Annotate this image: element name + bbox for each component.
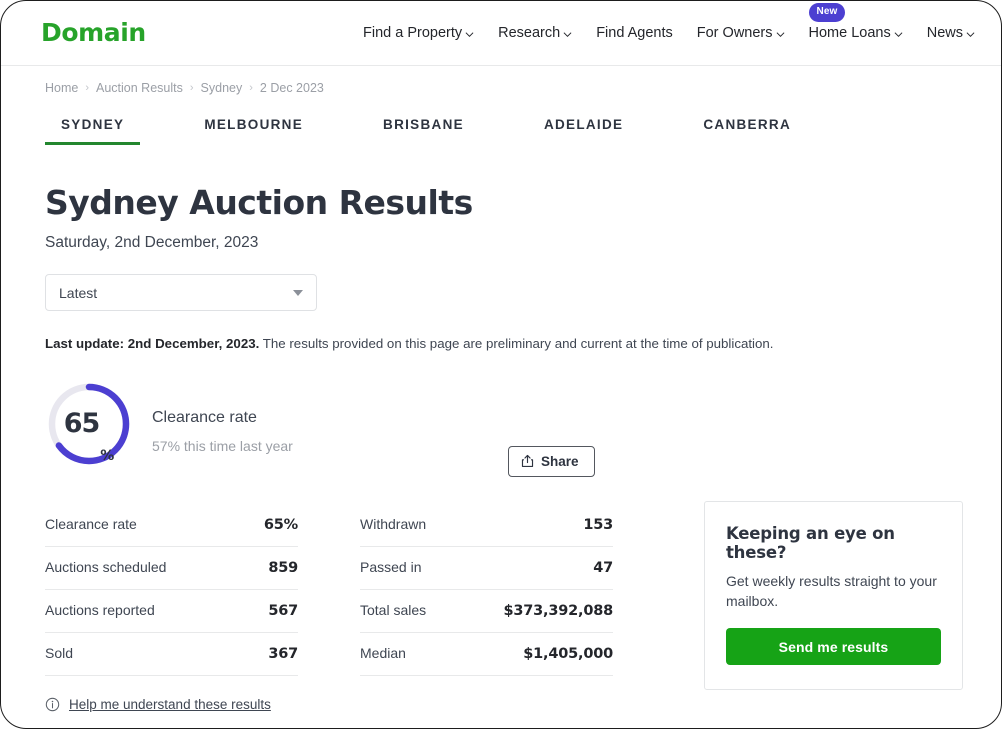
send-me-results-button[interactable]: Send me results [726, 628, 941, 666]
stat-label: Passed in [360, 558, 422, 575]
chevron-down-icon [563, 30, 572, 39]
tab-brisbane[interactable]: BRISBANE [367, 113, 480, 145]
tab-canberra[interactable]: CANBERRA [687, 113, 807, 145]
sort-select[interactable]: Latest [45, 274, 317, 311]
table-row: Auctions reported 567 [45, 590, 298, 633]
chevron-down-icon [465, 30, 474, 39]
newsletter-title: Keeping an eye on these? [726, 523, 895, 562]
stats-column-left: Clearance rate 65% Auctions scheduled 85… [45, 504, 298, 712]
primary-nav: Find a Property Research Find Agents For… [363, 3, 975, 45]
table-row: Withdrawn 153 [360, 504, 613, 547]
stat-label: Total sales [360, 601, 427, 618]
nav-item-research[interactable]: Research [498, 21, 572, 45]
share-icon [521, 454, 534, 468]
nav-item-find-a-property[interactable]: Find a Property [363, 21, 474, 45]
donut-center-label: 65 % [45, 380, 133, 468]
update-notice-rest: The results provided on this page are pr… [259, 336, 774, 351]
table-row: Total sales $373,392,088 [360, 590, 613, 633]
breadcrumb-separator-icon: › [189, 82, 194, 94]
nav-label: Research [498, 25, 561, 41]
tab-adelaide[interactable]: ADELAIDE [528, 113, 639, 145]
nav-item-news[interactable]: News [927, 21, 975, 45]
nav-item-find-agents[interactable]: Find Agents [596, 21, 673, 45]
share-button[interactable]: Share [508, 445, 595, 477]
stat-value: 367 [268, 645, 298, 662]
update-notice-bold: Last update: 2nd December, 2023. [45, 336, 260, 351]
tab-sydney[interactable]: SYDNEY [45, 113, 141, 145]
info-icon [45, 697, 60, 712]
breadcrumb-item-sydney[interactable]: Sydney [201, 81, 243, 95]
stat-label: Sold [45, 644, 74, 661]
new-badge: New [808, 3, 846, 22]
table-row: Sold 367 [45, 633, 298, 676]
stat-value: 859 [268, 559, 298, 576]
breadcrumb-item-auction-results[interactable]: Auction Results [96, 81, 183, 95]
help-row[interactable]: Help me understand these results [45, 697, 298, 712]
breadcrumb-separator-icon: › [85, 82, 90, 94]
chevron-down-icon [776, 30, 785, 39]
stats-area: Clearance rate 65% Auctions scheduled 85… [45, 500, 963, 712]
nav-item-home-loans[interactable]: New Home Loans [808, 3, 903, 45]
share-button-label: Share [541, 453, 579, 469]
clearance-unit: % [100, 447, 115, 464]
chevron-down-icon [293, 289, 303, 296]
nav-item-for-owners[interactable]: For Owners [697, 21, 785, 45]
table-row: Passed in 47 [360, 547, 613, 590]
table-row: Clearance rate 65% [45, 504, 298, 547]
stat-label: Withdrawn [360, 515, 427, 532]
nav-label: Find a Property [362, 25, 463, 41]
stat-value: 153 [583, 516, 613, 533]
site-header: Domain Find a Property Research Find Age… [1, 1, 1001, 66]
newsletter-card: Keeping an eye on these? Get weekly resu… [704, 500, 963, 691]
stats-column-right: Withdrawn 153 Passed in 47 Total sales $… [360, 504, 613, 712]
clearance-text-block: Clearance rate 57% this time last year [152, 409, 293, 454]
clearance-donut-chart: 65 % [45, 380, 133, 468]
page-subtitle: Saturday, 2nd December, 2023 [45, 234, 259, 251]
sort-select-value: Latest [59, 284, 98, 301]
stat-label: Clearance rate [45, 515, 137, 532]
clearance-title: Clearance rate [152, 408, 257, 426]
stat-value: 47 [593, 559, 613, 576]
nav-label: News [926, 25, 963, 41]
breadcrumb: Home › Auction Results › Sydney › 2 Dec … [1, 66, 1001, 95]
stat-label: Median [360, 644, 406, 661]
newsletter-subtitle: Get weekly results straight to your mail… [726, 572, 937, 609]
city-tabs: SYDNEY MELBOURNE BRISBANE ADELAIDE CANBE… [1, 95, 1001, 145]
update-notice: Last update: 2nd December, 2023. The res… [45, 335, 957, 354]
chevron-down-icon [966, 30, 975, 39]
stat-value: 65% [263, 516, 298, 533]
stat-value: 567 [268, 602, 298, 619]
nav-label: For Owners [696, 25, 773, 41]
domain-logo[interactable]: Domain [41, 20, 146, 45]
nav-label: Find Agents [596, 25, 673, 41]
breadcrumb-separator-icon: › [249, 82, 253, 94]
page-title: Sydney Auction Results [45, 183, 473, 222]
help-link[interactable]: Help me understand these results [69, 697, 271, 712]
clearance-value: 65 [63, 408, 101, 440]
table-row: Median $1,405,000 [360, 633, 613, 676]
browser-page: Domain Find a Property Research Find Age… [0, 0, 1002, 729]
nav-label: Home Loans [808, 25, 891, 41]
chevron-down-icon [894, 30, 903, 39]
tab-melbourne[interactable]: MELBOURNE [188, 113, 319, 145]
main-content: Sydney Auction Results Saturday, 2nd Dec… [1, 183, 1001, 712]
clearance-rate-summary: 65 % Clearance rate 57% this time last y… [45, 380, 957, 484]
stat-value: $1,405,000 [523, 645, 613, 662]
stat-label: Auctions reported [45, 601, 155, 618]
clearance-comparison: 57% this time last year [152, 437, 293, 454]
breadcrumb-item-current: 2 Dec 2023 [259, 81, 324, 95]
table-row: Auctions scheduled 859 [45, 547, 298, 590]
breadcrumb-item-home[interactable]: Home [45, 81, 78, 95]
stat-label: Auctions scheduled [45, 558, 167, 575]
stat-value: $373,392,088 [503, 602, 613, 619]
